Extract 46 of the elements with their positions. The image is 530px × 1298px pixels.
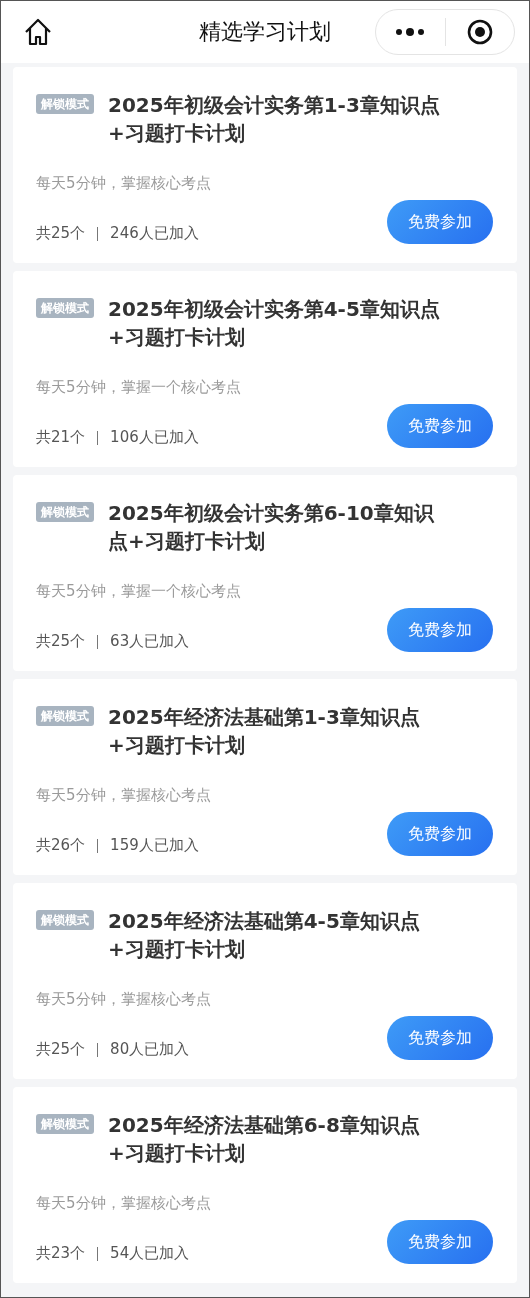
join-button[interactable]: 免费参加 [387,812,493,856]
joined-count: 246人已加入 [110,224,199,243]
plan-card[interactable]: 解锁模式 2025年初级会计实务第1-3章知识点+习题打卡计划 每天5分钟，掌握核心考点 共25个 246人已加入 免费参加 [13,67,517,263]
item-count: 共25个 [36,224,86,243]
plan-subtitle: 每天5分钟，掌握核心考点 [36,989,212,1009]
plan-card[interactable]: 解锁模式 2025年初级会计实务第6-10章知识点+习题打卡计划 每天5分钟，掌握一个核心考点 共25个 63人已加入 免费参加 [13,475,517,671]
page-title: 精选学习计划 [199,18,331,46]
plan-title: 2025年初级会计实务第1-3章知识点+习题打卡计划 [108,92,441,147]
item-count: 共21个 [36,428,86,447]
mode-tag: 解锁模式 [36,1114,94,1134]
joined-count: 159人已加入 [110,836,199,855]
home-icon [23,17,53,47]
item-count: 共23个 [36,1244,86,1263]
plan-card[interactable]: 解锁模式 2025年经济法基础第4-5章知识点+习题打卡计划 每天5分钟，掌握核心考点 共25个 80人已加入 免费参加 [13,883,517,1079]
item-count: 共25个 [36,632,86,651]
plan-title: 2025年经济法基础第1-3章知识点+习题打卡计划 [108,704,421,759]
join-button[interactable]: 免费参加 [387,1016,493,1060]
mode-tag: 解锁模式 [36,94,94,114]
plan-title: 2025年初级会计实务第4-5章知识点+习题打卡计划 [108,296,441,351]
plan-subtitle: 每天5分钟，掌握核心考点 [36,785,212,805]
join-button[interactable]: 免费参加 [387,404,493,448]
mode-tag: 解锁模式 [36,298,94,318]
mode-tag: 解锁模式 [36,502,94,522]
plan-title: 2025年经济法基础第4-5章知识点+习题打卡计划 [108,908,421,963]
joined-count: 54人已加入 [110,1244,190,1263]
plan-title: 2025年初级会计实务第6-10章知识点+习题打卡计划 [108,500,435,555]
plan-card[interactable]: 解锁模式 2025年经济法基础第6-8章知识点+习题打卡计划 每天5分钟，掌握核心考点 共23个 54人已加入 免费参加 [13,1087,517,1283]
plan-card[interactable]: 解锁模式 2025年经济法基础第1-3章知识点+习题打卡计划 每天5分钟，掌握核心考点 共26个 159人已加入 免费参加 [13,679,517,875]
plan-subtitle: 每天5分钟，掌握核心考点 [36,1193,212,1213]
joined-count: 106人已加入 [110,428,199,447]
item-count: 共26个 [36,836,86,855]
joined-count: 63人已加入 [110,632,190,651]
mode-tag: 解锁模式 [36,910,94,930]
more-icon [395,27,426,37]
plan-card[interactable]: 解锁模式 2025年初级会计实务第4-5章知识点+习题打卡计划 每天5分钟，掌握一个核心考点 共21个 106人已加入 免费参加 [13,271,517,467]
mode-tag: 解锁模式 [36,706,94,726]
plan-title: 2025年经济法基础第6-8章知识点+习题打卡计划 [108,1112,421,1167]
plan-subtitle: 每天5分钟，掌握核心考点 [36,173,212,193]
target-icon [466,19,493,45]
join-button[interactable]: 免费参加 [387,200,493,244]
item-count: 共25个 [36,1040,86,1059]
joined-count: 80人已加入 [110,1040,190,1059]
plan-subtitle: 每天5分钟，掌握一个核心考点 [36,581,242,601]
join-button[interactable]: 免费参加 [387,608,493,652]
join-button[interactable]: 免费参加 [387,1220,493,1264]
plan-subtitle: 每天5分钟，掌握一个核心考点 [36,377,242,397]
